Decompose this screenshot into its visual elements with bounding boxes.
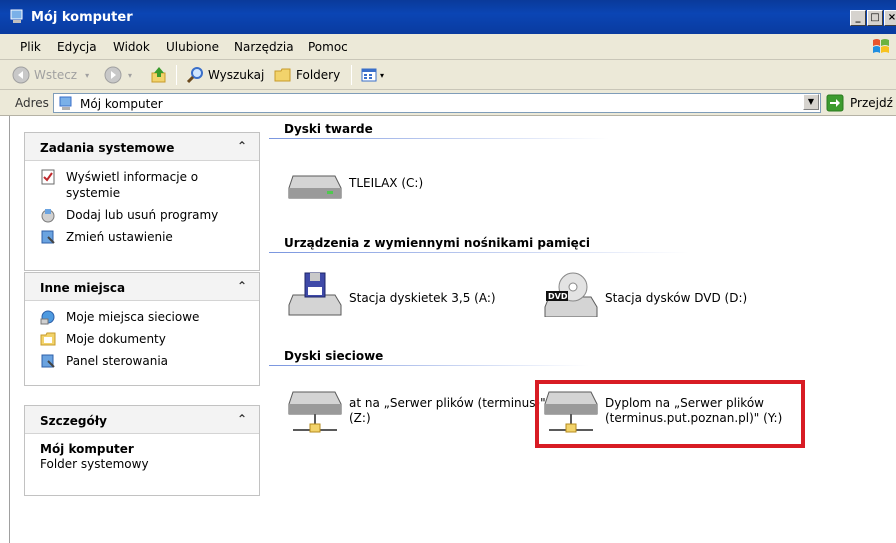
address-field[interactable]: Mój komputer <box>53 93 821 113</box>
place-network[interactable]: Moje miejsca sieciowe <box>40 309 253 325</box>
section-removable: Urządzenia z wymiennymi nośnikami pamięc… <box>284 236 591 250</box>
title-bar: Mój komputer _ □ × <box>0 0 896 34</box>
collapse-icon[interactable]: ⌃ <box>237 412 247 426</box>
menu-edycja[interactable]: Edycja <box>57 40 97 54</box>
details-header[interactable]: Szczegóły ⌃ <box>25 406 259 434</box>
computer-icon <box>59 96 72 110</box>
close-button[interactable]: × <box>884 10 896 26</box>
svg-text:DVD: DVD <box>548 292 568 301</box>
windows-logo-icon <box>873 39 889 53</box>
drive-c[interactable]: TLEILAX (C:) <box>287 164 423 210</box>
collapse-icon[interactable]: ⌃ <box>237 139 247 153</box>
folders-button[interactable]: Foldery <box>274 66 340 84</box>
place-my-documents[interactable]: Moje dokumenty <box>40 331 253 347</box>
other-places-header[interactable]: Inne miejsca ⌃ <box>25 273 259 301</box>
highlight-box <box>535 380 805 448</box>
search-icon <box>186 67 203 84</box>
minimize-button[interactable]: _ <box>850 10 866 26</box>
task-pane: Zadania systemowe ⌃ Wyświetl informacje … <box>9 116 266 543</box>
section-hard-drives: Dyski twarde <box>284 122 373 136</box>
back-button[interactable]: Wstecz ▾ <box>12 66 89 84</box>
task-system-info[interactable]: Wyświetl informacje o systemie <box>40 169 253 201</box>
menu-plik[interactable]: Plik <box>20 40 41 54</box>
drive-d[interactable]: DVD Stacja dysków DVD (D:) <box>543 271 747 317</box>
menu-pomoc[interactable]: Pomoc <box>308 40 348 54</box>
address-label: Adres <box>15 96 49 110</box>
views-icon <box>361 68 377 82</box>
hard-drive-icon <box>288 175 342 199</box>
address-bar: Adres Mój komputer ▼ Przejdź <box>0 90 896 116</box>
system-tasks-panel: Zadania systemowe ⌃ Wyświetl informacje … <box>24 132 260 271</box>
drive-z[interactable]: at na „Serwer plików (terminus)" (Z:) <box>287 390 546 436</box>
up-folder-button[interactable] <box>150 66 168 84</box>
menu-narzedzia[interactable]: Narzędzia <box>234 40 294 54</box>
window-title: Mój komputer <box>31 10 133 25</box>
search-button[interactable]: Wyszukaj <box>186 66 264 84</box>
menu-bar: Plik Edycja Widok Ulubione Narzędzia Pom… <box>0 34 896 60</box>
dvd-drive-icon: DVD <box>544 272 598 317</box>
up-folder-icon <box>151 67 166 83</box>
toolbar: Wstecz ▾ ▾ Wyszukaj Foldery ▾ <box>0 60 896 90</box>
details-panel: Szczegóły ⌃ Mój komputer Folder systemow… <box>24 405 260 496</box>
place-control-panel[interactable]: Panel sterowania <box>40 353 253 369</box>
forward-button[interactable]: ▾ <box>104 66 132 84</box>
go-button[interactable]: Przejdź <box>850 96 893 110</box>
add-remove-programs-icon <box>41 209 55 223</box>
computer-icon <box>10 9 23 23</box>
menu-ulubione[interactable]: Ulubione <box>166 40 219 54</box>
control-panel-icon <box>41 354 55 368</box>
back-arrow-icon <box>12 66 30 84</box>
floppy-drive-icon <box>288 272 342 316</box>
collapse-icon[interactable]: ⌃ <box>237 279 247 293</box>
system-tasks-header[interactable]: Zadania systemowe ⌃ <box>25 133 259 161</box>
network-places-icon <box>40 310 55 325</box>
task-change-setting[interactable]: Zmień ustawienie <box>40 229 253 245</box>
details-name: Mój komputer <box>40 442 134 456</box>
forward-arrow-icon <box>104 66 122 84</box>
network-drive-icon <box>288 391 342 433</box>
details-type: Folder systemowy <box>40 457 149 471</box>
maximize-button[interactable]: □ <box>867 10 883 26</box>
task-add-remove-programs[interactable]: Dodaj lub usuń programy <box>40 207 253 223</box>
system-info-icon <box>41 169 55 185</box>
other-places-panel: Inne miejsca ⌃ Moje miejsca sieciowe Moj… <box>24 272 260 386</box>
control-panel-icon <box>41 230 55 244</box>
go-arrow-icon[interactable] <box>826 94 844 112</box>
views-button[interactable]: ▾ <box>360 66 384 84</box>
folder-icon <box>274 68 291 82</box>
my-documents-icon <box>40 332 56 346</box>
section-network: Dyski sieciowe <box>284 349 384 363</box>
address-dropdown-button[interactable]: ▼ <box>803 94 819 110</box>
drive-a[interactable]: Stacja dyskietek 3,5 (A:) <box>287 271 496 317</box>
menu-widok[interactable]: Widok <box>113 40 150 54</box>
